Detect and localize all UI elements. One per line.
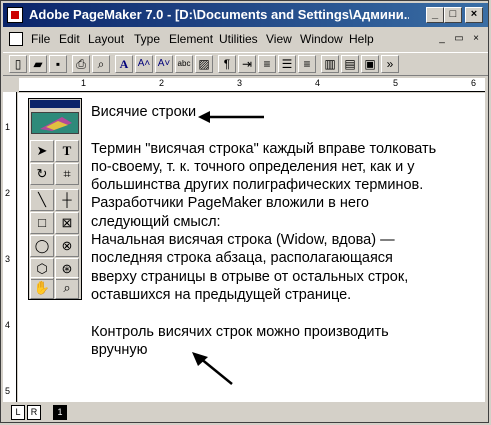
text-tool-icon[interactable]: T (55, 140, 79, 162)
close-button[interactable]: × (465, 7, 483, 23)
paragraph-icon[interactable]: ¶ (218, 55, 236, 73)
master-page-right[interactable]: R (27, 405, 41, 420)
indent-icon[interactable]: ⇥ (238, 55, 256, 73)
more-icon[interactable]: » (381, 55, 399, 73)
text-line: Разработчики PageMaker вложили в него (91, 195, 369, 212)
align-center-icon[interactable]: ☰ (278, 55, 296, 73)
increase-size-icon[interactable]: A˄ (135, 55, 153, 73)
rotate-tool-icon[interactable]: ↻ (30, 163, 54, 185)
save-icon[interactable]: ▪ (49, 55, 67, 73)
rectangle-tool-icon[interactable]: □ (30, 212, 54, 234)
ruler-tick-label: 4 (5, 320, 11, 330)
app-window: Adobe PageMaker 7.0 - [D:\Documents and … (0, 0, 489, 423)
ruler-tick-label: 3 (237, 78, 243, 88)
align-left-icon[interactable]: ≡ (258, 55, 276, 73)
text-line: Термин "висячая строка" каждый вправе то… (91, 140, 437, 157)
mdi-minimize-icon[interactable]: _ (435, 32, 449, 46)
arrow-up-left-icon (192, 352, 233, 385)
mdi-close-icon[interactable]: × (469, 32, 483, 46)
columns-icon[interactable]: ▥ (321, 55, 339, 73)
horizontal-ruler: 1 2 3 4 5 6 (19, 78, 485, 92)
ruler-tick-label: 5 (393, 78, 399, 88)
title-bar: Adobe PageMaker 7.0 - [D:\Documents and … (3, 3, 488, 27)
fill-icon[interactable]: ▨ (195, 55, 213, 73)
menu-view[interactable]: View (266, 32, 292, 46)
app-icon[interactable] (7, 7, 23, 23)
layers-icon[interactable]: ▣ (361, 55, 379, 73)
ruler-tick-label: 6 (471, 78, 477, 88)
line-tool-icon[interactable]: ╲ (30, 189, 54, 211)
ruler-tick-label: 1 (81, 78, 87, 88)
text-line: вручную (91, 341, 148, 358)
menu-file[interactable]: File (31, 32, 50, 46)
menu-type[interactable]: Type (134, 32, 160, 46)
page-1[interactable]: 1 (53, 405, 67, 420)
text-line: следующий смысл: (91, 213, 221, 230)
window-title: Adobe PageMaker 7.0 - [D:\Documents and … (29, 7, 409, 22)
new-icon[interactable]: ▯ (9, 55, 27, 73)
master-page-left[interactable]: L (11, 405, 25, 420)
find-icon[interactable]: ⌕ (92, 55, 110, 73)
ruler-tick-label: 2 (159, 78, 165, 88)
toolbox-logo (31, 112, 79, 134)
menu-bar: File Edit Layout Type Element Utilities … (3, 29, 488, 49)
ellipse-frame-tool-icon[interactable]: ⊗ (55, 235, 79, 257)
ruler-tick-label: 2 (5, 188, 11, 198)
align-right-icon[interactable]: ≡ (298, 55, 316, 73)
maximize-button[interactable]: □ (444, 7, 462, 23)
menu-edit[interactable]: Edit (59, 32, 80, 46)
text-line: вверху страницы в отрыве от остальных ст… (91, 268, 409, 285)
menu-window[interactable]: Window (300, 32, 343, 46)
document-icon[interactable] (9, 32, 23, 46)
toolbox-palette[interactable]: ➤ T ↻ ⌗ ╲ ┼ □ ⊠ ◯ ⊗ ⬡ ⊛ ✋ ⌕ (28, 98, 82, 300)
decrease-size-icon[interactable]: A˅ (155, 55, 173, 73)
menu-layout[interactable]: Layout (88, 32, 124, 46)
menu-help[interactable]: Help (349, 32, 374, 46)
arrow-left-icon (198, 111, 264, 123)
document-page[interactable]: Висячие строки Термин "висячая строка" к… (18, 93, 485, 402)
print-icon[interactable]: ⎙ (72, 55, 90, 73)
ruler-tick-label: 4 (315, 78, 321, 88)
font-icon[interactable]: A (115, 55, 133, 73)
spellcheck-icon[interactable]: abc (175, 55, 193, 73)
horizontal-scrollbar[interactable] (73, 402, 485, 420)
text-line: Начальная висячая строка (Widow, вдова) … (91, 232, 395, 249)
text-line: Контроль висячих строк можно производить (91, 323, 389, 340)
toolbar: ▯ ▰ ▪ ⎙ ⌕ A A˄ A˅ abc ▨ ¶ ⇥ ≡ ☰ ≡ ▥ ▤ ▣ … (3, 52, 488, 76)
page-navigation: L R 1 (3, 402, 73, 422)
toolbox-titlebar[interactable] (30, 100, 80, 108)
ruler-tick-label: 5 (5, 386, 11, 396)
vertical-ruler: 1 2 3 4 5 (3, 92, 17, 402)
text-line: большинства других полиграфических терми… (91, 177, 424, 194)
text-line: по-своему, т. к. точного определения нет… (91, 158, 415, 175)
ellipse-tool-icon[interactable]: ◯ (30, 235, 54, 257)
ruler-tick-label: 1 (5, 122, 11, 132)
menu-utilities[interactable]: Utilities (219, 32, 258, 46)
zoom-tool-icon[interactable]: ⌕ (55, 277, 79, 299)
page-icon[interactable]: ▤ (341, 55, 359, 73)
mdi-restore-icon[interactable]: ▭ (452, 32, 466, 46)
open-icon[interactable]: ▰ (29, 55, 47, 73)
minimize-button[interactable]: _ (426, 7, 444, 23)
menu-element[interactable]: Element (169, 32, 213, 46)
text-line: последняя строка абзаца, располагающаяся (91, 250, 393, 267)
constrained-line-tool-icon[interactable]: ┼ (55, 189, 79, 211)
ruler-tick-label: 3 (5, 254, 11, 264)
rectangle-frame-tool-icon[interactable]: ⊠ (55, 212, 79, 234)
crop-tool-icon[interactable]: ⌗ (55, 163, 79, 185)
text-block[interactable]: Висячие строки Термин "висячая строка" к… (91, 103, 436, 359)
hand-tool-icon[interactable]: ✋ (30, 277, 54, 299)
pointer-tool-icon[interactable]: ➤ (30, 140, 54, 162)
text-line: оставшихся на предыдущей странице. (91, 286, 352, 303)
